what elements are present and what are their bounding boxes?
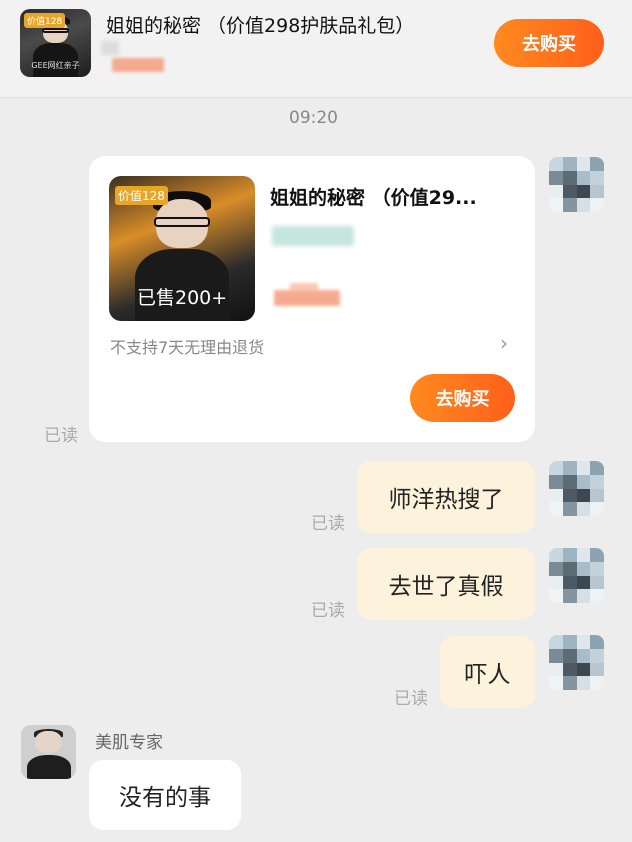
- return-policy-note: 不支持7天无理由退货: [110, 338, 265, 357]
- thumbnail-caption: GEE网红亲子: [31, 61, 80, 70]
- sender-avatar[interactable]: [21, 725, 76, 779]
- price-tag-badge: 价值128: [24, 13, 66, 28]
- my-avatar[interactable]: [549, 635, 604, 690]
- card-blurred-price-top: [290, 283, 318, 291]
- card-buy-button[interactable]: 去购买: [410, 374, 515, 422]
- glasses-icon: [154, 216, 210, 227]
- glasses-icon: [42, 28, 69, 33]
- card-product-title[interactable]: 姐姐的秘密 （价值29...: [270, 183, 477, 210]
- sender-name: 美肌专家: [95, 733, 163, 753]
- chevron-right-icon[interactable]: ›: [500, 331, 508, 355]
- my-avatar[interactable]: [549, 157, 604, 212]
- read-receipt: 已读: [311, 601, 345, 621]
- header-product-thumbnail[interactable]: 价值128 GEE网红亲子: [20, 9, 91, 77]
- header-blurred-info: [101, 41, 119, 55]
- card-product-thumbnail[interactable]: 价值128 已售200+: [109, 176, 255, 321]
- header-buy-button[interactable]: 去购买: [494, 19, 604, 67]
- message-timestamp: 09:20: [289, 108, 338, 128]
- header-blurred-price: [112, 58, 164, 72]
- card-blurred-info: [272, 226, 354, 246]
- card-blurred-price: [274, 290, 340, 306]
- avatar-face: [35, 731, 62, 754]
- message-bubble[interactable]: 师洋热搜了: [357, 461, 535, 533]
- sold-count: 已售200+: [137, 287, 228, 309]
- read-receipt: 已读: [44, 426, 78, 446]
- message-bubble[interactable]: 没有的事: [89, 760, 241, 830]
- price-tag-badge: 价值128: [115, 186, 168, 205]
- header-product-title[interactable]: 姐姐的秘密 （价值298护肤品礼包）: [106, 11, 414, 38]
- my-avatar[interactable]: [549, 461, 604, 516]
- my-avatar[interactable]: [549, 548, 604, 603]
- read-receipt: 已读: [394, 689, 428, 709]
- message-bubble[interactable]: 吓人: [440, 636, 535, 708]
- read-receipt: 已读: [311, 514, 345, 534]
- message-bubble[interactable]: 去世了真假: [357, 548, 535, 620]
- avatar-body: [26, 755, 71, 779]
